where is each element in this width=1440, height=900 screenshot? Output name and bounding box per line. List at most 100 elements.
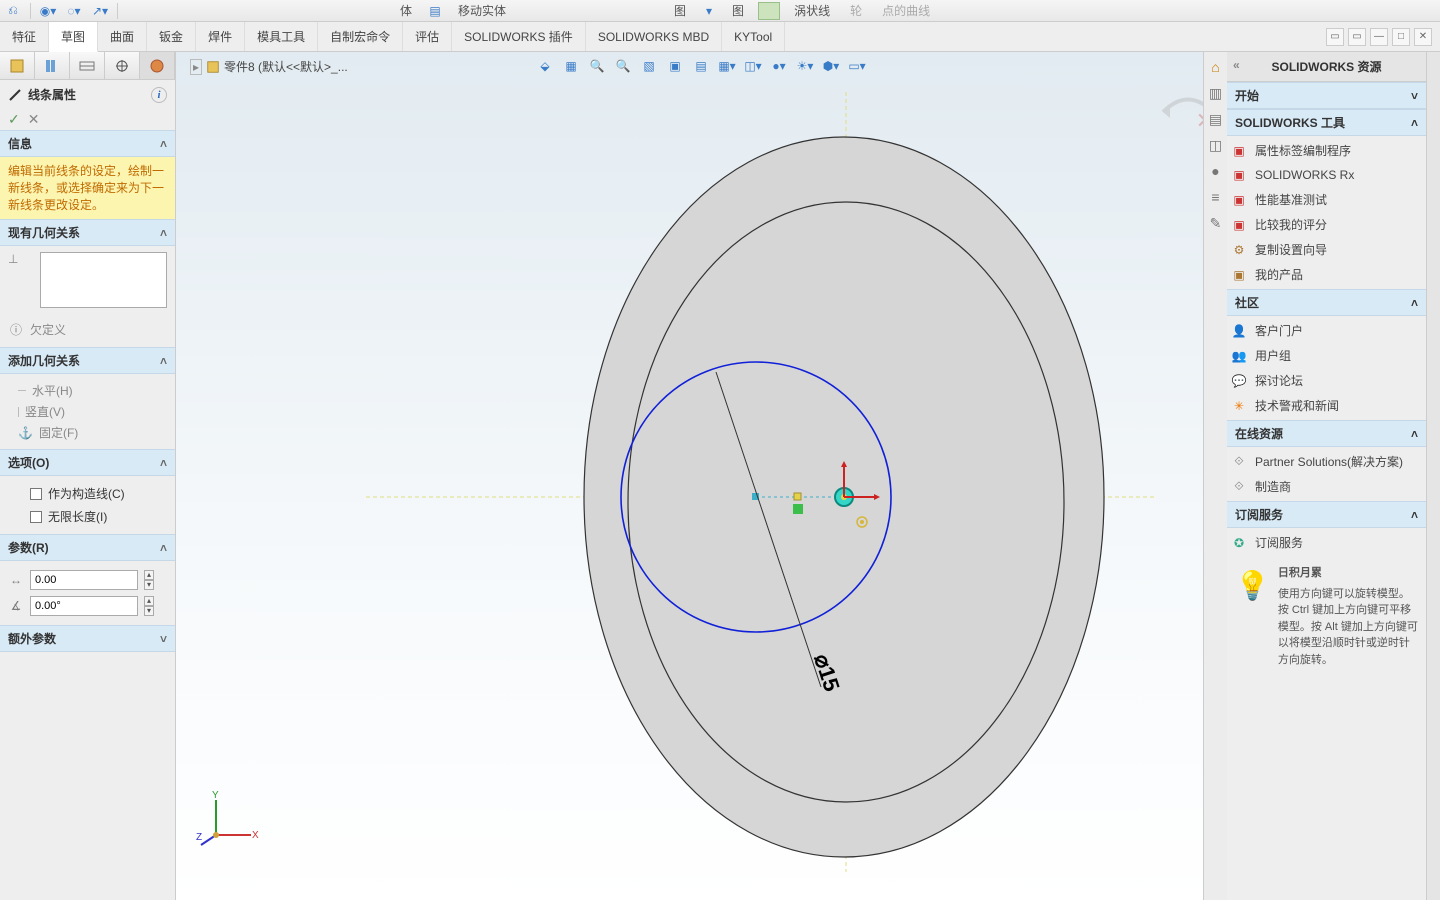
res-item[interactable]: 👥用户组 — [1231, 347, 1422, 364]
chevron-up-icon: ˄ — [1411, 296, 1418, 310]
res-item[interactable]: ▣SOLIDWORKS Rx — [1231, 167, 1422, 183]
tab-evaluate[interactable]: 评估 — [403, 22, 452, 51]
toolbar-label[interactable]: 体 — [394, 2, 418, 19]
tab-kytool[interactable]: KYTool — [722, 22, 785, 51]
top-quick-toolbar: ⎌ ◉▾ ◌▾ ↗▾ 体 ▤ 移动实体 图 ▾ 图 涡状线 轮 点的曲线 — [0, 0, 1440, 22]
tool-icon[interactable]: ◌▾ — [65, 2, 83, 20]
toolbar-label[interactable]: 移动实体 — [452, 2, 512, 19]
help-icon[interactable]: i — [151, 87, 167, 103]
relation-fix[interactable]: ⚓固定(F) — [8, 422, 167, 443]
toolbar-label[interactable]: 图 — [668, 2, 692, 19]
pm-tab-config[interactable] — [35, 52, 70, 79]
res-section-online[interactable]: 在线资源 ˄ — [1227, 420, 1426, 447]
pm-section-add-relations[interactable]: 添加几何关系 ˄ — [0, 347, 175, 374]
pm-section-options[interactable]: 选项(O) ˄ — [0, 449, 175, 476]
toolbar-label[interactable]: 轮 — [844, 2, 868, 19]
rss-icon: ✳ — [1231, 398, 1247, 414]
taskpane-view-icon[interactable]: ◫ — [1207, 136, 1225, 154]
toolbar-label[interactable]: 图 — [726, 2, 750, 19]
relation-horizontal[interactable]: 水平(H) — [8, 380, 167, 401]
tab-addins[interactable]: SOLIDWORKS 插件 — [452, 22, 586, 51]
window-controls: ▭ ▭ — □ ✕ — [1326, 22, 1440, 51]
tool-icon[interactable]: ▤ — [426, 2, 444, 20]
graphics-area[interactable]: ▸ 零件8 (默认<<默认>_... ⬙ ▦ 🔍 🔍 ▧ ▣ ▤ ▦▾ ◫▾ ●… — [176, 52, 1226, 900]
tab-sheetmetal[interactable]: 钣金 — [147, 22, 196, 51]
win-maximize[interactable]: □ — [1392, 28, 1410, 46]
taskpane-explorer-icon[interactable]: ▤ — [1207, 110, 1225, 128]
res-item[interactable]: ▣性能基准测试 — [1231, 191, 1422, 208]
taskpane-forum-icon[interactable]: ✎ — [1207, 214, 1225, 232]
collapse-icon[interactable]: « — [1233, 58, 1240, 72]
pm-tab-display[interactable] — [70, 52, 105, 79]
res-item[interactable]: 💬探讨论坛 — [1231, 372, 1422, 389]
param-length-input[interactable] — [30, 570, 138, 590]
tool-icon[interactable]: ↗▾ — [91, 2, 109, 20]
res-item[interactable]: ⟐Partner Solutions(解决方案) — [1231, 453, 1422, 470]
taskpane-props-icon[interactable]: ≡ — [1207, 188, 1225, 206]
section-label: 开始 — [1235, 87, 1259, 104]
res-item[interactable]: ▣比较我的评分 — [1231, 216, 1422, 233]
tool-icon[interactable] — [758, 2, 780, 20]
resources-panel: « SOLIDWORKS 资源 开始 ˅ SOLIDWORKS 工具 ˄ ▣属性… — [1226, 52, 1426, 900]
relations-listbox[interactable] — [40, 252, 167, 308]
taskpane-home-icon[interactable]: ⌂ — [1207, 58, 1225, 76]
tool-icon: ▣ — [1231, 217, 1247, 233]
ok-button[interactable]: ✓ — [8, 111, 20, 128]
pm-section-extra[interactable]: 额外参数 ˅ — [0, 625, 175, 652]
res-section-community[interactable]: 社区 ˄ — [1227, 289, 1426, 316]
pm-tab-feature[interactable] — [0, 52, 35, 79]
pm-tab-strip — [0, 52, 175, 80]
win-btn[interactable]: ▭ — [1348, 28, 1366, 46]
tool-icon[interactable]: ⎌ — [4, 2, 22, 20]
res-item[interactable]: ✪订阅服务 — [1231, 534, 1422, 551]
tab-weldments[interactable]: 焊件 — [196, 22, 245, 51]
tab-surfaces[interactable]: 曲面 — [98, 22, 147, 51]
win-minimize[interactable]: — — [1370, 28, 1388, 46]
res-item[interactable]: ⟐制造商 — [1231, 478, 1422, 495]
spin-up[interactable]: ▴ — [144, 570, 154, 580]
spin-down[interactable]: ▾ — [144, 606, 154, 616]
res-item[interactable]: ✳技术警戒和新闻 — [1231, 397, 1422, 414]
toolbar-label[interactable]: 涡状线 — [788, 2, 836, 19]
res-item[interactable]: ⚙复制设置向导 — [1231, 241, 1422, 258]
tab-mbd[interactable]: SOLIDWORKS MBD — [586, 22, 722, 51]
pm-section-info[interactable]: 信息 ˄ — [0, 130, 175, 157]
res-section-tools[interactable]: SOLIDWORKS 工具 ˄ — [1227, 109, 1426, 136]
res-item[interactable]: ▣属性标签编制程序 — [1231, 142, 1422, 159]
taskpane-library-icon[interactable]: ▥ — [1207, 84, 1225, 102]
svg-text:Z: Z — [196, 832, 202, 843]
param-angle-input[interactable] — [30, 596, 138, 616]
option-infinite[interactable]: 无限长度(I) — [8, 505, 167, 528]
sketch-canvas[interactable]: ⌀15 — [176, 52, 1156, 872]
section-label: 参数(R) — [8, 539, 49, 556]
ribbon-tabs: 特征 草图 曲面 钣金 焊件 模具工具 自制宏命令 评估 SOLIDWORKS … — [0, 22, 1440, 52]
toolbar-label[interactable]: 点的曲线 — [876, 2, 936, 19]
pm-section-params[interactable]: 参数(R) ˄ — [0, 534, 175, 561]
res-item[interactable]: 👤客户门户 — [1231, 322, 1422, 339]
tab-moldtools[interactable]: 模具工具 — [245, 22, 318, 51]
taskpane-appearance-icon[interactable]: ● — [1207, 162, 1225, 180]
tab-features[interactable]: 特征 — [0, 22, 49, 51]
section-label: 信息 — [8, 135, 32, 152]
pm-section-relations[interactable]: 现有几何关系 ˄ — [0, 219, 175, 246]
spin-down[interactable]: ▾ — [144, 580, 154, 590]
relation-vertical[interactable]: 竖直(V) — [8, 401, 167, 422]
spin-up[interactable]: ▴ — [144, 596, 154, 606]
res-item[interactable]: ▣我的产品 — [1231, 266, 1422, 283]
tab-macro[interactable]: 自制宏命令 — [318, 22, 403, 51]
chevron-up-icon: ˄ — [160, 541, 167, 555]
res-section-subscribe[interactable]: 订阅服务 ˄ — [1227, 501, 1426, 528]
tool-icon: ▣ — [1231, 167, 1247, 183]
res-section-start[interactable]: 开始 ˅ — [1227, 82, 1426, 109]
orientation-triad[interactable]: Y X Z — [196, 790, 256, 850]
pm-tab-appearance[interactable] — [140, 52, 175, 79]
section-label: 选项(O) — [8, 454, 49, 471]
win-close[interactable]: ✕ — [1414, 28, 1432, 46]
option-construction[interactable]: 作为构造线(C) — [8, 482, 167, 505]
pm-tab-dimxpert[interactable] — [105, 52, 140, 79]
tab-sketch[interactable]: 草图 — [49, 22, 98, 52]
cancel-button[interactable]: ✕ — [28, 111, 40, 128]
tool-icon[interactable]: ◉▾ — [39, 2, 57, 20]
dropdown-icon[interactable]: ▾ — [700, 2, 718, 20]
win-btn[interactable]: ▭ — [1326, 28, 1344, 46]
